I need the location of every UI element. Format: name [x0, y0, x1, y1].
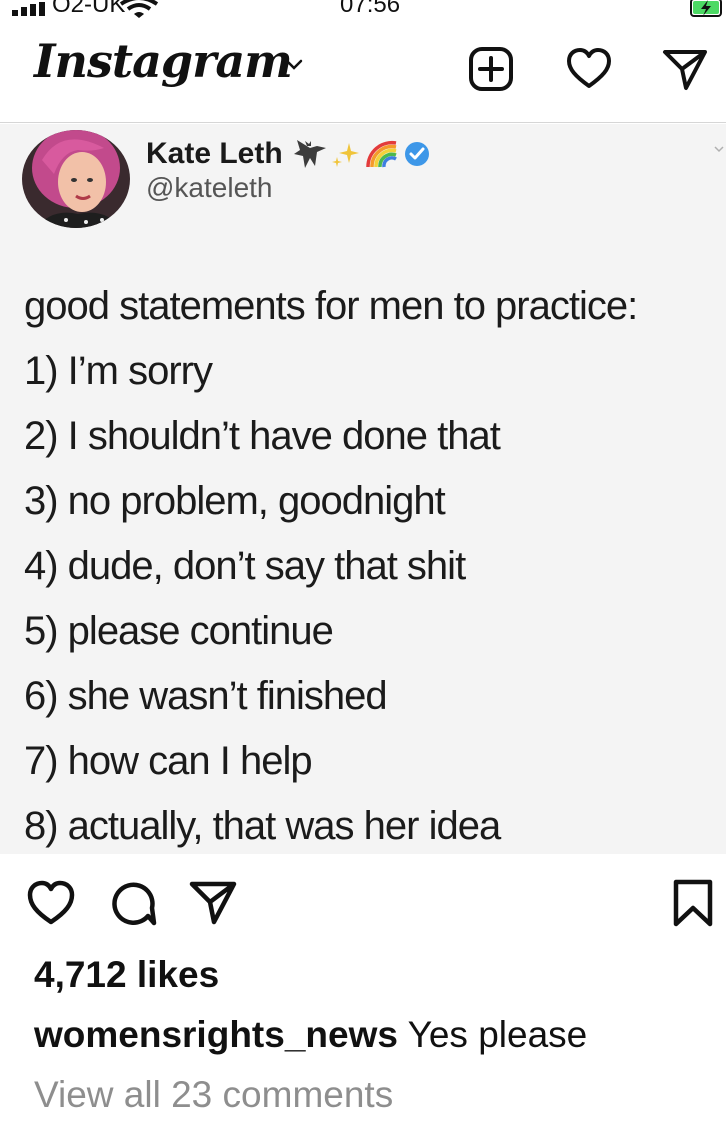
tweet-author-handle: @kateleth [146, 172, 273, 203]
post-actions [0, 876, 726, 932]
tweet-line: 8) actually, that was her idea [24, 804, 501, 848]
tweet-line: good statements for men to practice: [24, 284, 638, 328]
battery-icon [690, 0, 722, 17]
wifi-icon [119, 0, 159, 18]
direct-message-icon[interactable] [662, 46, 708, 92]
add-post-icon[interactable] [468, 46, 514, 92]
rainbow-icon [365, 140, 397, 168]
tweet-line: 5) please continue [24, 609, 334, 653]
signal-icon [12, 2, 45, 16]
view-comments-link[interactable]: View all 23 comments [34, 1074, 393, 1116]
header-divider [0, 122, 726, 123]
tweet-author-name: Kate Leth [146, 137, 283, 170]
tweet-text: good statements for men to practice: 1) … [24, 274, 724, 854]
tweet-line: 1) I’m sorry [24, 349, 213, 393]
chevron-down-icon[interactable] [284, 58, 304, 72]
name-emojis [293, 138, 431, 170]
sparkles-icon [331, 143, 359, 167]
bat-icon [293, 140, 326, 168]
tweet-line: 7) how can I help [24, 739, 313, 783]
status-bar: O2-UK 07:56 [0, 0, 726, 22]
post-image[interactable]: Kate Leth @kateleth good statements for … [0, 124, 726, 854]
tweet-line: 3) no problem, goodnight [24, 479, 446, 523]
instagram-logo[interactable]: Instagram [34, 34, 293, 88]
app-header: Instagram [0, 28, 726, 122]
likes-count[interactable]: 4,712 likes [34, 954, 219, 996]
share-icon[interactable] [188, 878, 238, 928]
caption-text: Yes please [407, 1014, 588, 1055]
tweet-line: 2) I shouldn’t have done that [24, 414, 501, 458]
save-icon[interactable] [668, 878, 718, 928]
comment-icon[interactable] [108, 878, 158, 928]
chevron-down-icon [714, 146, 724, 153]
clock: 07:56 [340, 0, 401, 18]
carrier-label: O2-UK [52, 0, 126, 18]
verified-badge-icon [404, 142, 429, 166]
heart-icon[interactable] [566, 46, 612, 92]
tweet-line: 4) dude, don’t say that shit [24, 544, 466, 588]
tweet-line: 6) she wasn’t finished [24, 674, 388, 718]
tweet-author-row: Kate Leth [146, 134, 431, 174]
caption-username[interactable]: womensrights_news [34, 1014, 398, 1055]
avatar [22, 130, 130, 228]
like-icon[interactable] [26, 878, 76, 928]
post-caption: womensrights_news Yes please [34, 1014, 587, 1056]
